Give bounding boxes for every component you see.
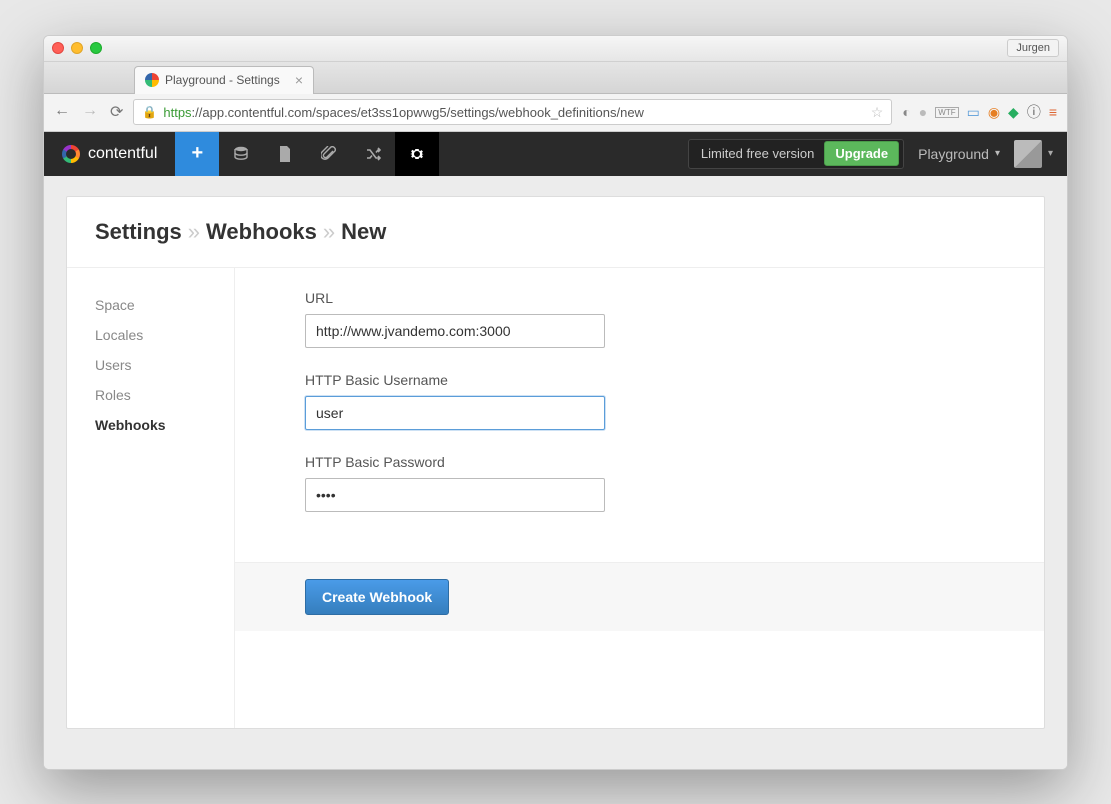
forward-button[interactable]: →: [82, 102, 98, 122]
document-icon[interactable]: [263, 132, 307, 176]
breadcrumb-item: New: [341, 219, 386, 244]
ext-icon[interactable]: ◆: [1008, 104, 1019, 121]
space-name: Playground: [918, 146, 989, 162]
space-dropdown[interactable]: Playground ▾: [918, 146, 1000, 162]
browser-tab[interactable]: Playground - Settings ×: [134, 66, 314, 94]
ext-icon[interactable]: ◉: [988, 104, 1000, 121]
upgrade-button[interactable]: Upgrade: [824, 141, 899, 166]
tab-close-icon[interactable]: ×: [295, 72, 303, 88]
field-password: HTTP Basic Password: [305, 454, 1016, 512]
reload-button[interactable]: ⟳: [110, 102, 123, 122]
field-username: HTTP Basic Username: [305, 372, 1016, 430]
ext-icon[interactable]: ⓘ: [1027, 102, 1041, 122]
titlebar: Jurgen: [44, 36, 1067, 62]
plan-indicator: Limited free version Upgrade: [688, 139, 904, 169]
lock-icon: 🔒: [142, 105, 157, 119]
card-header: Settings»Webhooks»New: [67, 197, 1044, 268]
sidebar-item-locales[interactable]: Locales: [95, 320, 234, 350]
webhook-form: URL HTTP Basic Username HTTP Basic Passw…: [235, 268, 1044, 728]
brand-logo[interactable]: contentful: [44, 145, 175, 163]
card-body: Space Locales Users Roles Webhooks URL H…: [67, 268, 1044, 728]
create-webhook-button[interactable]: Create Webhook: [305, 579, 449, 615]
ext-icon[interactable]: ▭: [967, 104, 980, 121]
page-body: Settings»Webhooks»New Space Locales User…: [44, 176, 1067, 769]
paperclip-icon[interactable]: [307, 132, 351, 176]
username-input[interactable]: [305, 396, 605, 430]
url-text: https://app.contentful.com/spaces/et3ss1…: [163, 105, 644, 120]
os-user-badge[interactable]: Jurgen: [1007, 39, 1059, 57]
field-url: URL: [305, 290, 1016, 348]
chevron-down-icon: ▾: [1048, 148, 1053, 159]
address-bar[interactable]: 🔒 https://app.contentful.com/spaces/et3s…: [133, 99, 892, 125]
browser-toolbar: ← → ⟳ 🔒 https://app.contentful.com/space…: [44, 94, 1067, 132]
tab-title: Playground - Settings: [165, 73, 280, 87]
sidebar-item-webhooks[interactable]: Webhooks: [95, 410, 234, 440]
header-right: Limited free version Upgrade Playground …: [688, 139, 1067, 169]
label-username: HTTP Basic Username: [305, 372, 1016, 388]
avatar: [1014, 140, 1042, 168]
bookmark-star-icon[interactable]: ☆: [871, 104, 884, 121]
sidebar-item-users[interactable]: Users: [95, 350, 234, 380]
shuffle-icon[interactable]: [351, 132, 395, 176]
add-button[interactable]: +: [175, 132, 219, 176]
logo-mark-icon: [62, 145, 80, 163]
traffic-lights: [52, 42, 102, 54]
header-icon-group: +: [175, 132, 439, 176]
browser-tab-strip: Playground - Settings ×: [44, 62, 1067, 94]
minimize-window-button[interactable]: [71, 42, 83, 54]
back-button[interactable]: ←: [54, 102, 70, 122]
favicon-icon: [145, 73, 159, 87]
app-header: contentful + Limited free version Up: [44, 132, 1067, 176]
user-menu[interactable]: ▾: [1014, 140, 1053, 168]
url-input[interactable]: [305, 314, 605, 348]
extension-icons: ◐ ● WTF ▭ ◉ ◆ ⓘ ≡: [902, 102, 1057, 122]
sidebar-item-space[interactable]: Space: [95, 290, 234, 320]
close-window-button[interactable]: [52, 42, 64, 54]
breadcrumb: Settings»Webhooks»New: [95, 219, 1016, 245]
gear-icon[interactable]: [395, 132, 439, 176]
breadcrumb-item[interactable]: Settings: [95, 219, 182, 244]
browser-menu-icon[interactable]: ≡: [1049, 104, 1057, 120]
limited-text: Limited free version: [701, 146, 814, 161]
ext-icon[interactable]: ●: [919, 104, 927, 120]
ext-icon[interactable]: WTF: [935, 107, 958, 118]
label-url: URL: [305, 290, 1016, 306]
browser-window: Jurgen Playground - Settings × ← → ⟳ 🔒 h…: [43, 35, 1068, 770]
settings-card: Settings»Webhooks»New Space Locales User…: [66, 196, 1045, 729]
maximize-window-button[interactable]: [90, 42, 102, 54]
label-password: HTTP Basic Password: [305, 454, 1016, 470]
nav-buttons: ← → ⟳: [54, 102, 123, 122]
sidebar-item-roles[interactable]: Roles: [95, 380, 234, 410]
brand-name: contentful: [88, 145, 157, 163]
breadcrumb-item[interactable]: Webhooks: [206, 219, 317, 244]
chevron-down-icon: ▾: [995, 148, 1000, 159]
form-action-bar: Create Webhook: [235, 562, 1044, 631]
password-input[interactable]: [305, 478, 605, 512]
database-icon[interactable]: [219, 132, 263, 176]
settings-sidebar: Space Locales Users Roles Webhooks: [67, 268, 235, 728]
ext-icon[interactable]: ◐: [902, 104, 910, 120]
